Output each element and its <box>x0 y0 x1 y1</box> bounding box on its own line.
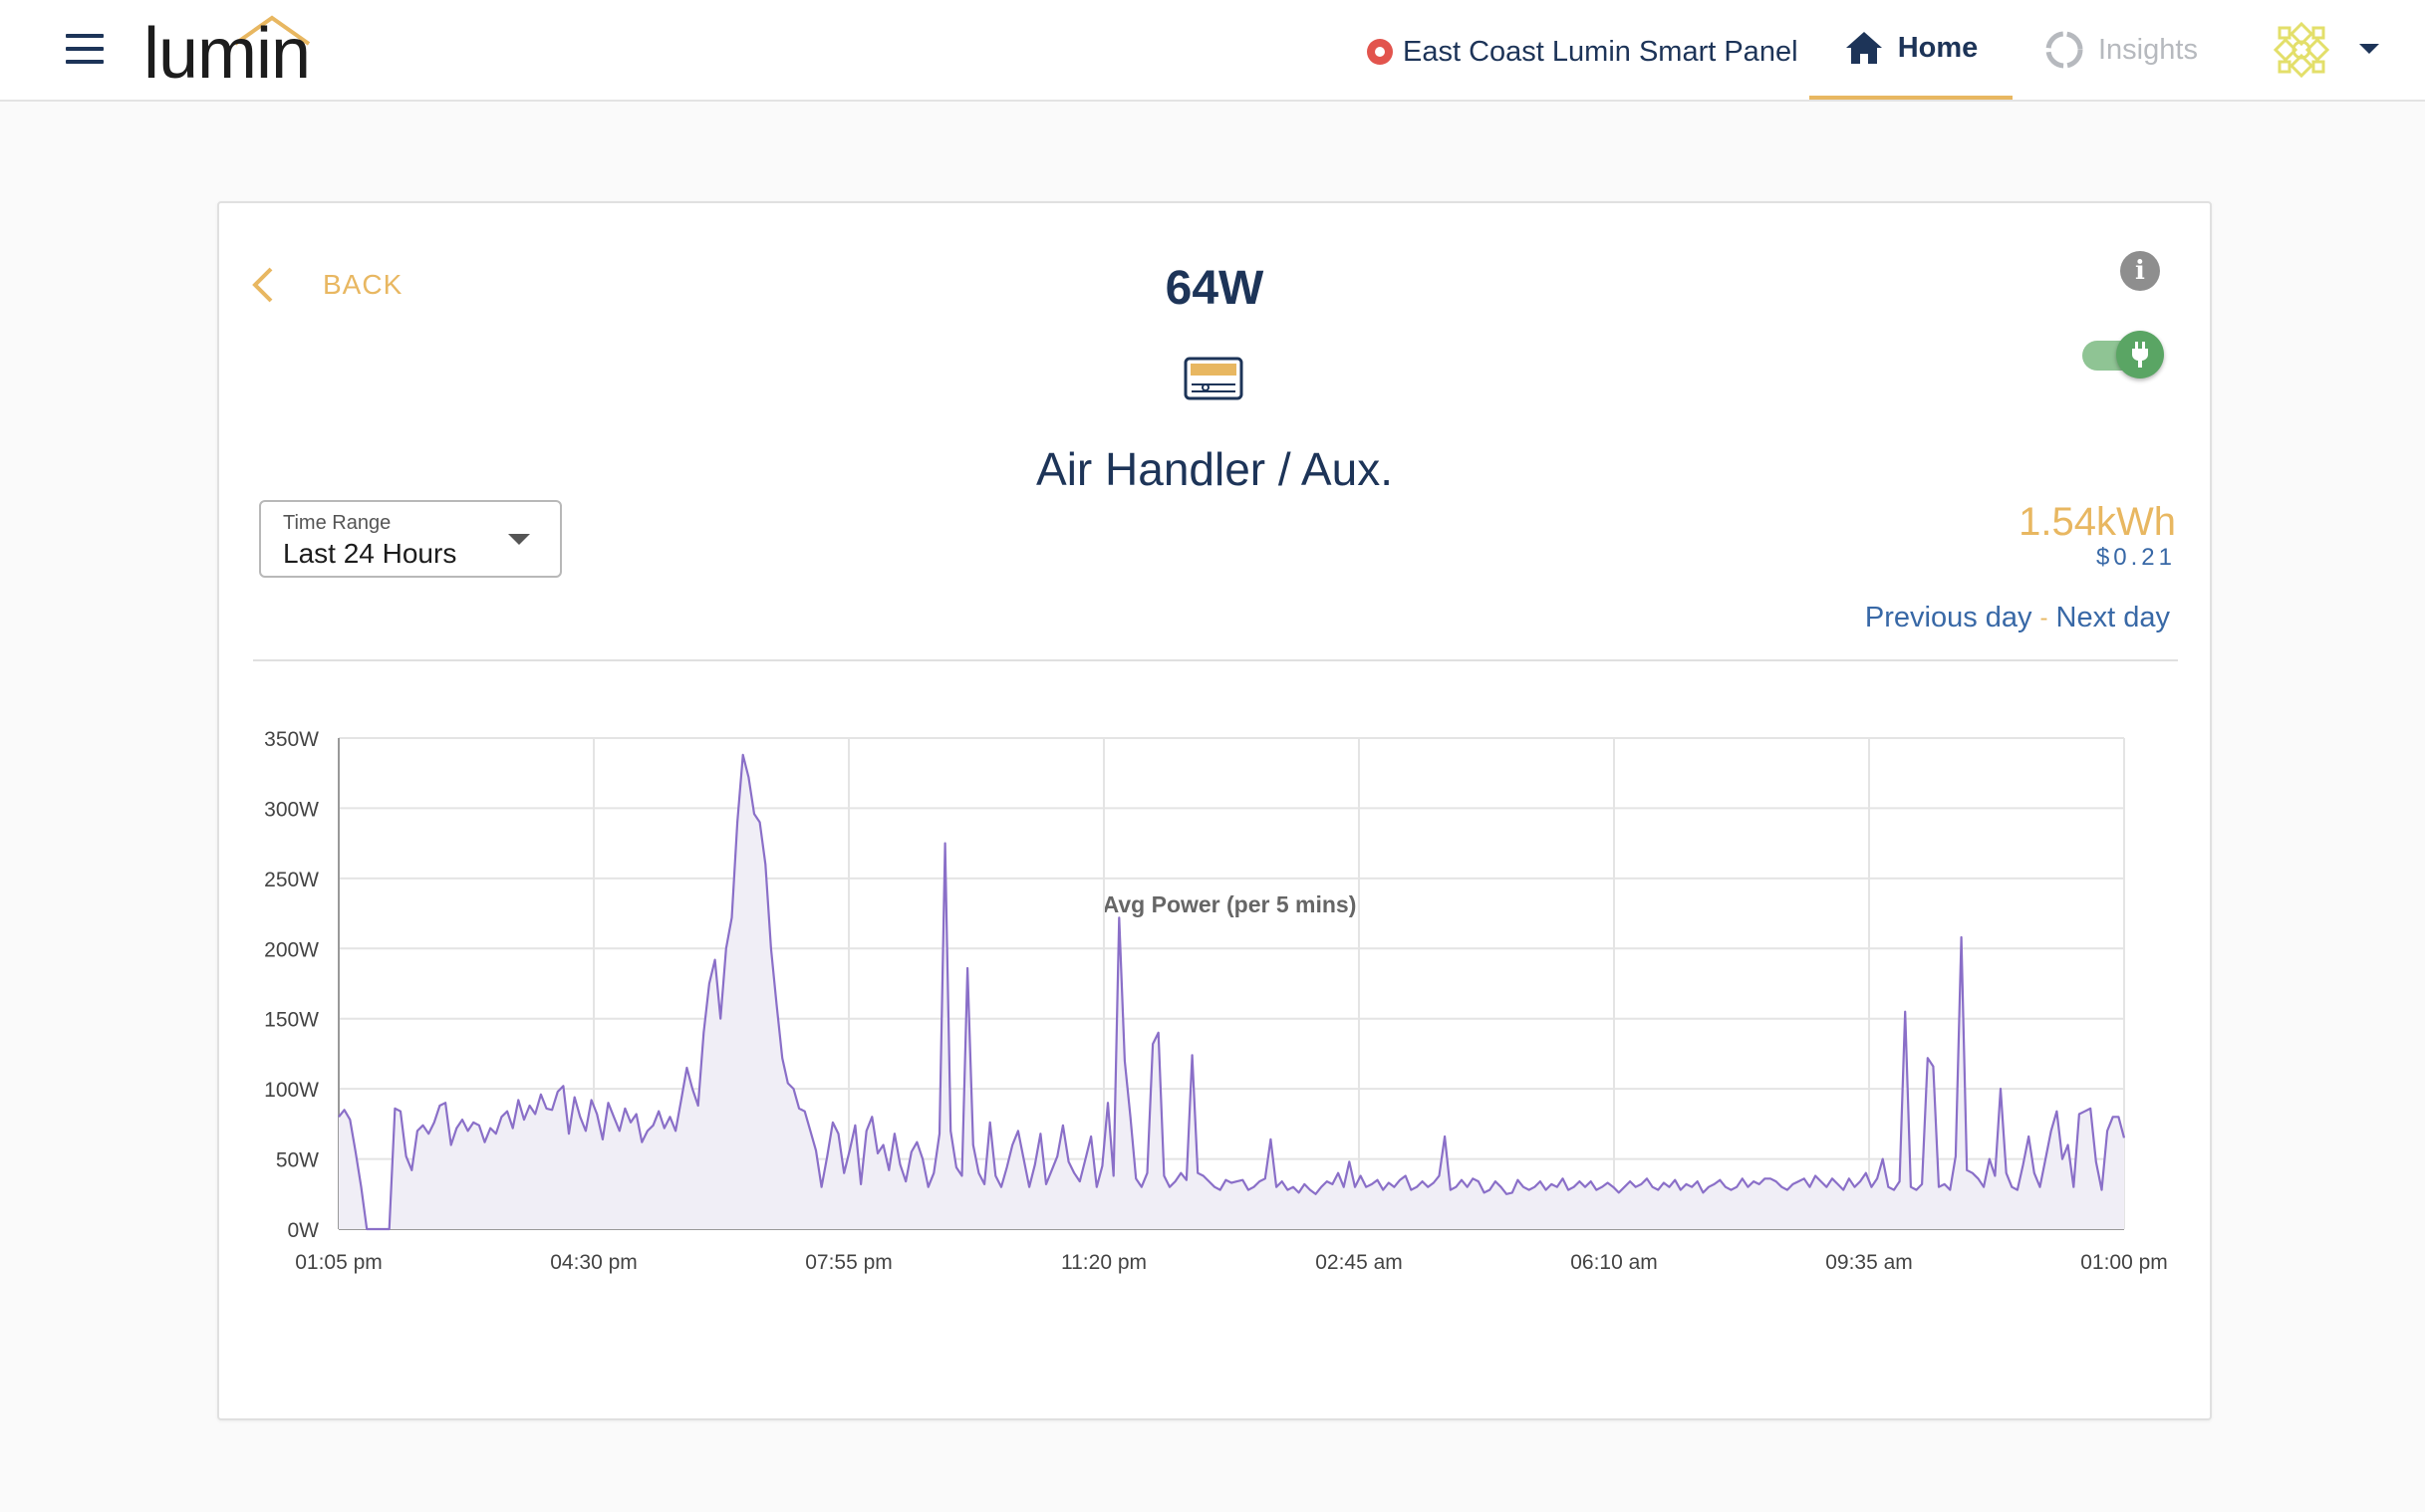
x-tick-label: 07:55 pm <box>805 1251 893 1274</box>
y-tick-label: 250W <box>264 869 319 891</box>
tab-home-label: Home <box>1897 31 1979 64</box>
day-navigation: Previous day - Next day <box>1865 602 2170 634</box>
tab-insights[interactable]: Insights <box>2044 0 2222 100</box>
x-tick-label: 09:35 am <box>1825 1251 1913 1274</box>
user-avatar[interactable] <box>2272 20 2331 80</box>
tab-home[interactable]: Home <box>1809 0 2013 100</box>
time-range-label: Time Range <box>283 512 392 534</box>
current-power: 64W <box>1165 262 1264 315</box>
x-tick-label: 11:20 pm <box>1061 1251 1147 1274</box>
energy-cost: $0.21 <box>2095 544 2176 571</box>
y-tick-label: 200W <box>264 938 319 961</box>
avatar-pattern-icon <box>2273 21 2330 79</box>
y-tick-label: 50W <box>276 1149 319 1172</box>
next-day-link[interactable]: Next day <box>2056 602 2170 634</box>
home-icon <box>1845 32 1882 64</box>
power-chart: Avg Power (per 5 mins) 0W 50W 100W 150W 200W… <box>264 728 2168 1274</box>
y-tick-label: 300W <box>264 798 319 821</box>
y-tick-label: 350W <box>264 728 319 751</box>
previous-day-link[interactable]: Previous day <box>1865 602 2032 634</box>
energy-total: 1.54kWh <box>2019 500 2176 544</box>
panel-selector[interactable]: East Coast Lumin Smart Panel <box>1367 32 1798 72</box>
x-tick-label: 06:10 am <box>1570 1251 1658 1274</box>
lumin-logo[interactable]: lumin <box>143 14 313 90</box>
air-handler-icon <box>1184 357 1243 400</box>
x-tick-label: 01:00 pm <box>2080 1251 2168 1274</box>
top-bar: lumin East Coast Lumin Smart Panel Home … <box>0 0 2425 102</box>
x-tick-label: 04:30 pm <box>550 1251 638 1274</box>
time-range-value: Last 24 Hours <box>283 538 457 569</box>
menu-icon[interactable] <box>66 34 104 64</box>
y-tick-label: 100W <box>264 1079 319 1102</box>
time-range-select[interactable]: Time Range Last 24 Hours <box>259 500 562 578</box>
info-icon[interactable]: i <box>2120 251 2160 291</box>
panel-name-label: East Coast Lumin Smart Panel <box>1403 35 1798 68</box>
y-tick-label: 0W <box>288 1219 320 1242</box>
account-dropdown-icon[interactable] <box>2359 44 2379 54</box>
x-tick-label: 02:45 am <box>1315 1251 1403 1274</box>
y-tick-label: 150W <box>264 1009 319 1032</box>
logo-text: lumin <box>143 14 311 94</box>
chart-title: Avg Power (per 5 mins) <box>1103 891 1357 917</box>
insights-icon <box>2045 31 2083 69</box>
tab-insights-label: Insights <box>2098 33 2198 66</box>
x-tick-label: 01:05 pm <box>295 1251 383 1274</box>
day-separator: - <box>2039 604 2048 631</box>
divider <box>253 659 2178 661</box>
device-card: BACK 64W Air Handler / Aux. i Time Range… <box>217 201 2212 1420</box>
plug-icon <box>2116 331 2164 378</box>
power-toggle[interactable] <box>2082 327 2164 382</box>
status-dot-icon <box>1367 39 1393 65</box>
device-name: Air Handler / Aux. <box>1036 443 1393 495</box>
dropdown-arrow-icon <box>508 534 530 545</box>
